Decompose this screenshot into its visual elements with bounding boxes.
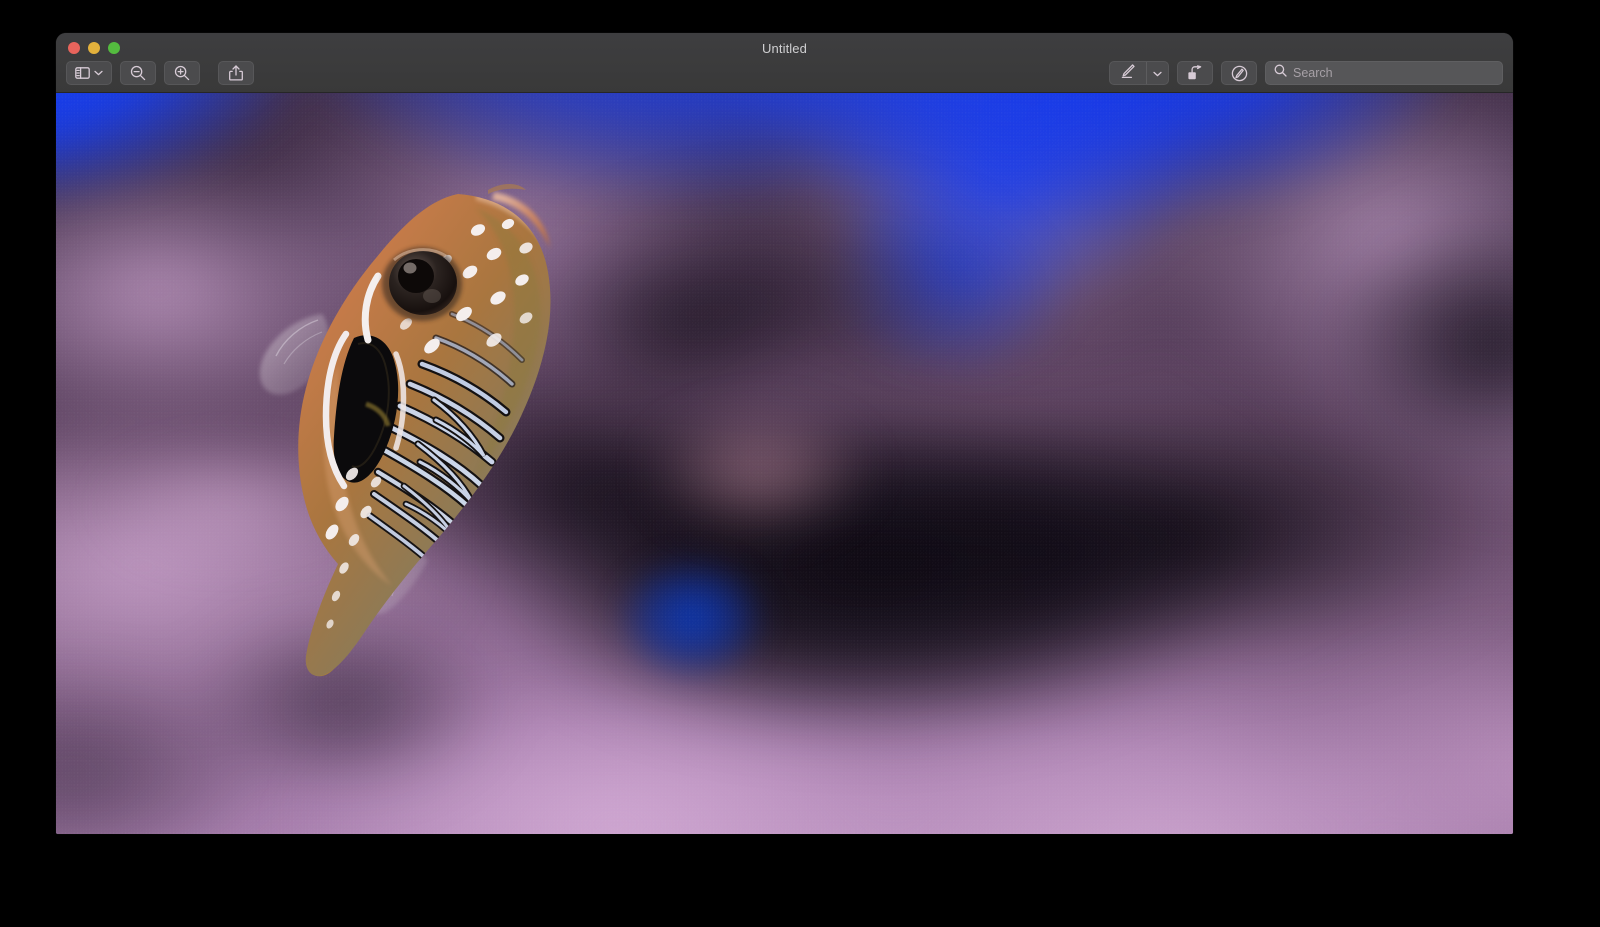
chevron-down-icon (1153, 64, 1162, 82)
markup-options-button[interactable] (1146, 62, 1168, 84)
dorsal-fin (488, 184, 526, 194)
search-field[interactable]: Search (1265, 61, 1503, 85)
search-icon (1274, 64, 1287, 82)
markup-button[interactable] (1110, 62, 1146, 84)
preview-window: Untitled (56, 33, 1513, 834)
toolbar-right: Search (1109, 61, 1503, 85)
pufferfish-subject (226, 168, 586, 678)
markup-toolbar-group (1109, 61, 1169, 85)
image-canvas[interactable] (56, 93, 1513, 834)
window-titlebar: Untitled (56, 33, 1513, 93)
zoom-in-icon (174, 65, 190, 81)
rotate-left-button[interactable] (1177, 61, 1213, 85)
share-button[interactable] (218, 61, 254, 85)
rotate-left-icon (1187, 65, 1204, 81)
share-icon (229, 65, 243, 81)
zoom-out-button[interactable] (120, 61, 156, 85)
search-input[interactable]: Search (1293, 66, 1333, 80)
markup-pen-icon (1120, 63, 1136, 84)
zoom-in-button[interactable] (164, 61, 200, 85)
sidebar-icon (75, 67, 90, 79)
annotate-icon (1231, 65, 1248, 82)
fish-body (226, 168, 586, 678)
annotate-button[interactable] (1221, 61, 1257, 85)
zoom-button[interactable] (108, 42, 120, 54)
chevron-down-icon (94, 70, 103, 76)
window-title: Untitled (56, 41, 1513, 56)
sidebar-toggle-button[interactable] (66, 61, 112, 85)
toolbar-left (66, 61, 254, 85)
zoom-out-icon (130, 65, 146, 81)
traffic-light-group (68, 42, 120, 54)
close-button[interactable] (68, 42, 80, 54)
screen: Untitled (0, 0, 1600, 927)
minimize-button[interactable] (88, 42, 100, 54)
